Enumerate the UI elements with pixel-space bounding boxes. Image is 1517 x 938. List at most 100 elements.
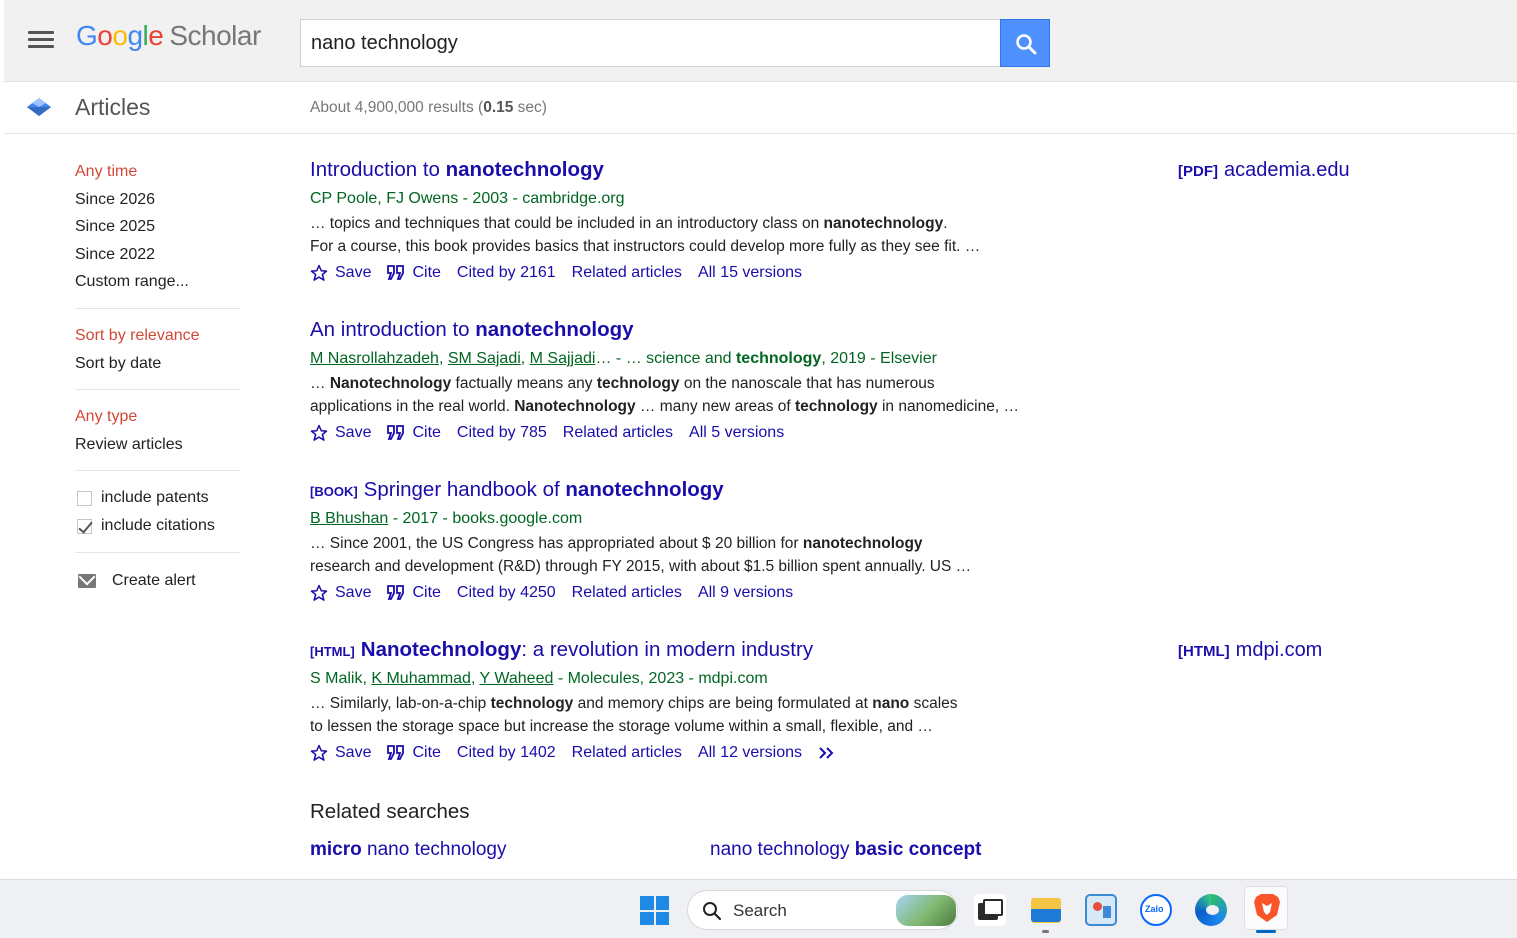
include-citations-toggle[interactable]: include citations: [77, 512, 245, 540]
title-text: Springer handbook of: [363, 478, 566, 501]
fulltext-link[interactable]: [HTML] mdpi.com: [1178, 635, 1322, 665]
save-button[interactable]: Save: [310, 584, 371, 602]
cited-by-link[interactable]: Cited by 4250: [457, 584, 556, 602]
mail-icon: [78, 574, 96, 589]
all-versions-link[interactable]: All 5 versions: [689, 424, 784, 442]
filter-since-2026[interactable]: Since 2026: [75, 186, 245, 214]
result-title-link[interactable]: [BOOK] Springer handbook of nanotechnolog…: [310, 475, 1460, 505]
result-title-link[interactable]: An introduction to nanotechnology: [310, 315, 1460, 345]
cite-button[interactable]: Cite: [387, 424, 441, 442]
star-icon: [310, 584, 328, 601]
result-snippet: … topics and techniques that could be in…: [310, 215, 948, 232]
filter-custom-range[interactable]: Custom range...: [75, 268, 245, 296]
title-text: An introduction to: [310, 318, 476, 341]
save-button[interactable]: Save: [310, 744, 371, 762]
save-label: Save: [335, 424, 372, 441]
result-snippet: research and development (R&D) through F…: [310, 558, 972, 575]
star-icon: [310, 264, 328, 281]
cite-label: Cite: [412, 424, 441, 441]
zalo-icon[interactable]: Zalo: [1140, 894, 1172, 926]
filter-any-time[interactable]: Any time: [75, 158, 245, 186]
sort-by-date[interactable]: Sort by date: [75, 350, 245, 378]
create-alert-button[interactable]: Create alert: [78, 566, 245, 596]
filter-any-type[interactable]: Any type: [75, 403, 245, 431]
result-snippet: applications in the real world. Nanotech…: [310, 398, 1019, 415]
logo-letter: o: [97, 20, 113, 51]
task-view-icon[interactable]: [974, 894, 1006, 926]
result-authors: S Malik, K Muhammad, Y Waheed - Molecule…: [310, 670, 768, 687]
filter-review-articles[interactable]: Review articles: [75, 431, 245, 459]
edge-browser-icon[interactable]: [1195, 894, 1227, 926]
title-highlight: nanotechnology: [475, 318, 634, 341]
related-articles-link[interactable]: Related articles: [572, 584, 682, 602]
result-actions: Save Cite Cited by 1402 Related articles All…: [310, 739, 1460, 767]
taskbar-search[interactable]: Search: [687, 890, 958, 930]
title-highlight: nanotechnology: [445, 158, 604, 181]
cite-button[interactable]: Cite: [387, 744, 441, 762]
search-input[interactable]: [300, 19, 1001, 67]
cited-by-link[interactable]: Cited by 1402: [457, 744, 556, 762]
filter-since-2022[interactable]: Since 2022: [75, 241, 245, 269]
cited-by-link[interactable]: Cited by 2161: [457, 264, 556, 282]
all-versions-link[interactable]: All 12 versions: [698, 744, 802, 762]
quote-icon: [387, 265, 405, 280]
windows-start-icon[interactable]: [640, 896, 669, 925]
result-item: [BOOK] Springer handbook of nanotechnolog…: [310, 475, 1460, 635]
title-text: : a revolution in modern industry: [521, 638, 814, 661]
cite-button[interactable]: Cite: [387, 264, 441, 282]
header: Google Scholar: [4, 0, 1517, 82]
result-authors: B Bhushan - 2017 - books.google.com: [310, 510, 583, 527]
all-versions-link[interactable]: All 9 versions: [698, 584, 793, 602]
brave-browser-icon[interactable]: [1244, 886, 1288, 930]
result-snippet: … Nanotechnology factually means any tec…: [310, 375, 935, 392]
results-prefix: About 4,900,000 results (: [310, 99, 484, 116]
result-type-tag: [HTML]: [310, 644, 355, 659]
fulltext-domain: academia.edu: [1224, 159, 1350, 181]
save-label: Save: [335, 264, 372, 281]
control-panel-icon[interactable]: [1085, 894, 1117, 926]
file-explorer-icon[interactable]: [1030, 894, 1062, 926]
related-search-link[interactable]: nano technology basic concept: [710, 839, 981, 861]
brave-lion-icon: [1254, 894, 1280, 922]
citations-checkbox[interactable]: [77, 518, 92, 534]
scholar-cap-icon: [27, 98, 51, 116]
related-rest: nano technology: [361, 839, 507, 860]
save-label: Save: [335, 744, 372, 761]
cited-by-link[interactable]: Cited by 785: [457, 424, 547, 442]
result-snippet: to lessen the storage space but increase…: [310, 718, 933, 735]
title-highlight: Nanotechnology: [360, 638, 522, 661]
google-scholar-logo[interactable]: Google Scholar: [76, 20, 261, 52]
logo-letter: G: [76, 20, 98, 51]
result-snippet: … Since 2001, the US Congress has approp…: [310, 535, 923, 552]
taskbar-search-label: Search: [733, 901, 787, 920]
related-articles-link[interactable]: Related articles: [572, 744, 682, 762]
sort-by-relevance[interactable]: Sort by relevance: [75, 322, 245, 350]
include-patents-toggle[interactable]: include patents: [77, 484, 245, 512]
section-title: Articles: [75, 94, 151, 120]
related-articles-link[interactable]: Related articles: [572, 264, 682, 282]
cite-button[interactable]: Cite: [387, 584, 441, 602]
search-button[interactable]: [1000, 19, 1050, 67]
save-button[interactable]: Save: [310, 264, 371, 282]
star-icon: [310, 744, 328, 761]
result-snippet: For a course, this book provides basics …: [310, 238, 981, 255]
fulltext-link[interactable]: [PDF] academia.edu: [1178, 155, 1350, 185]
patents-checkbox[interactable]: [77, 490, 92, 506]
result-actions: Save Cite Cited by 2161 Related articles All…: [310, 259, 1460, 287]
filter-since-2025[interactable]: Since 2025: [75, 213, 245, 241]
logo-letter: e: [148, 20, 164, 51]
related-search-link[interactable]: micro nano technology: [310, 839, 506, 861]
save-label: Save: [335, 584, 372, 601]
create-alert-label: Create alert: [112, 572, 196, 590]
result-actions: Save Cite Cited by 785 Related articles All …: [310, 419, 1460, 447]
all-versions-link[interactable]: All 15 versions: [698, 264, 802, 282]
divider: [75, 307, 240, 309]
save-button[interactable]: Save: [310, 424, 371, 442]
hamburger-menu-icon[interactable]: [26, 27, 56, 55]
results-list: Introduction to nanotechnology CP Poole, …: [310, 155, 1460, 795]
result-actions: Save Cite Cited by 4250 Related articles All…: [310, 579, 1460, 607]
result-item: [HTML] Nanotechnology: a revolution in mo…: [310, 635, 1460, 795]
more-button[interactable]: [818, 745, 845, 761]
cite-label: Cite: [412, 584, 441, 601]
related-articles-link[interactable]: Related articles: [563, 424, 673, 442]
